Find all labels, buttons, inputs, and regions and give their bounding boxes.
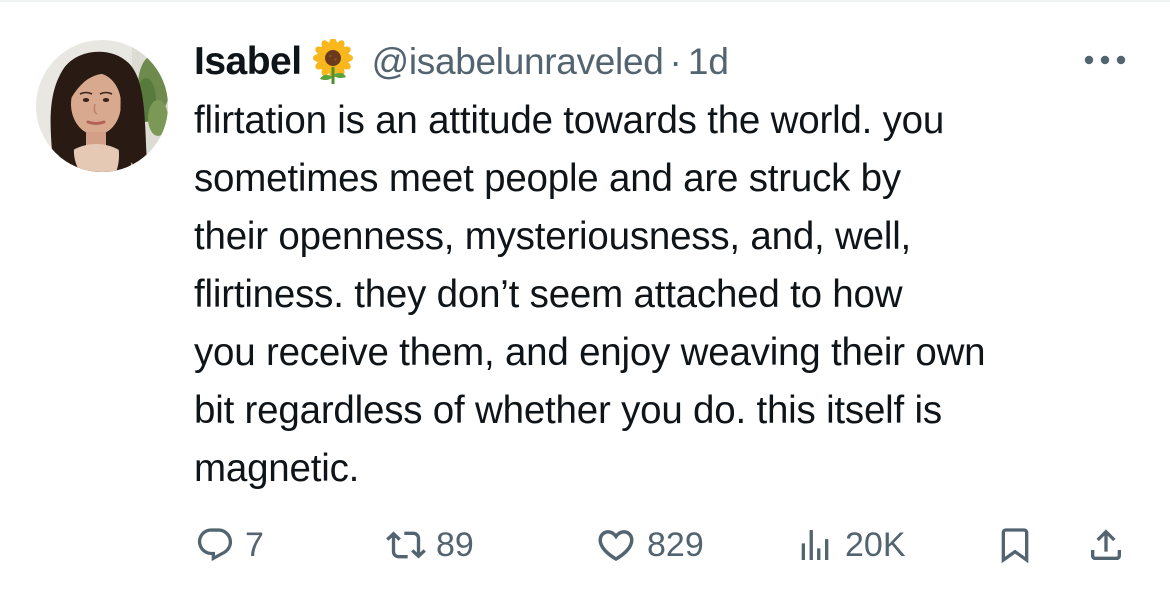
user-handle[interactable]: @isabelunraveled [372,41,664,83]
like-button[interactable]: 829 [595,520,704,570]
reply-icon [195,525,235,565]
bookmark-icon [995,525,1035,565]
share-icon [1086,525,1126,565]
repost-button[interactable]: 89 [386,520,474,570]
repost-icon [386,525,426,565]
avatar-photo [36,40,168,172]
views-icon [795,525,835,565]
reply-count: 7 [245,525,264,564]
timestamp[interactable]: 1d [688,41,729,83]
more-icon [1084,55,1126,65]
tweet-header: Isabel @isabelunraveled · 1d [194,34,729,90]
more-options-button[interactable] [1080,42,1130,78]
repost-count: 89 [436,525,474,564]
sunflower-icon [310,39,356,85]
avatar[interactable] [36,40,168,172]
views-button[interactable]: 20K [795,520,906,570]
share-button[interactable] [1086,520,1126,570]
display-name[interactable]: Isabel [194,40,302,84]
separator-dot: · [669,41,682,82]
reply-button[interactable]: 7 [195,520,264,570]
views-count: 20K [845,525,906,564]
like-count: 829 [647,525,704,564]
tweet-text: flirtation is an attitude towards the wo… [194,99,986,490]
top-divider [0,0,1170,2]
bookmark-button[interactable] [995,520,1035,570]
heart-icon [595,524,637,566]
